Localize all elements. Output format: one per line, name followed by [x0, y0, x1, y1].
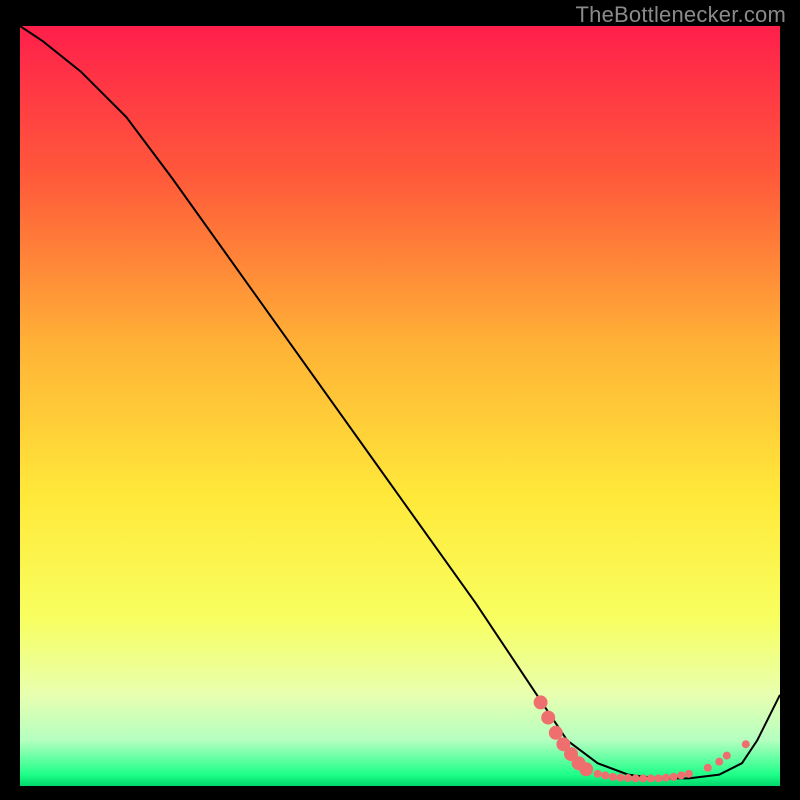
valley-dot	[639, 774, 647, 782]
valley-dot	[647, 774, 655, 782]
valley-dot	[704, 764, 712, 772]
valley-dot	[534, 695, 548, 709]
valley-dot	[742, 740, 750, 748]
valley-dot	[654, 774, 662, 782]
chart-area	[20, 26, 780, 786]
valley-dot	[579, 762, 593, 776]
valley-dot	[670, 773, 678, 781]
valley-dot	[715, 758, 723, 766]
valley-dot	[541, 711, 555, 725]
attribution-text: TheBottlenecker.com	[576, 2, 786, 28]
valley-dot	[624, 774, 632, 782]
chart-svg	[20, 26, 780, 786]
valley-dot	[616, 774, 624, 782]
valley-dot	[662, 774, 670, 782]
valley-dot	[601, 771, 609, 779]
valley-dot	[685, 770, 693, 778]
valley-dot	[609, 773, 617, 781]
valley-dot	[594, 770, 602, 778]
gradient-background	[20, 26, 780, 786]
valley-dot	[632, 774, 640, 782]
valley-dot	[677, 771, 685, 779]
valley-dot	[549, 726, 563, 740]
valley-dot	[723, 752, 731, 760]
